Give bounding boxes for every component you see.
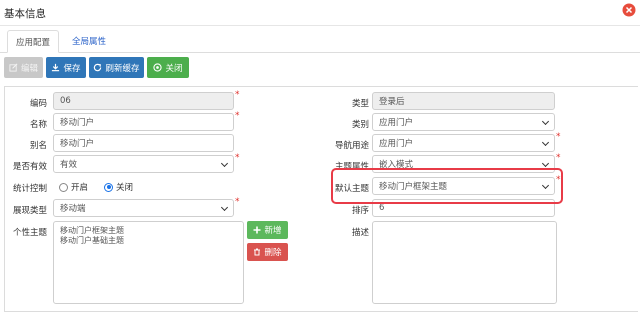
required-marker: * (556, 132, 561, 142)
radio-circle (59, 182, 68, 192)
name-input[interactable]: 移动门户 (53, 113, 234, 131)
tab-app-config[interactable]: 应用配置 (7, 30, 60, 53)
highlight-box (331, 168, 563, 204)
alias-input[interactable]: 移动门户 (53, 134, 234, 152)
stats-on-label: 开启 (71, 183, 89, 193)
circle-close-icon (153, 63, 163, 72)
required-marker: * (235, 111, 240, 121)
description-textarea[interactable] (372, 221, 557, 304)
toolbar: 编辑 保存 刷新缓存 关闭 (0, 54, 640, 82)
close-icon[interactable] (622, 3, 636, 17)
tab-bar: 应用配置 全局属性 (0, 27, 640, 53)
close-button[interactable]: 关闭 (147, 57, 189, 78)
required-marker: * (235, 90, 240, 100)
close-button-label: 关闭 (165, 63, 183, 74)
list-item[interactable]: 移动门户框架主题 (60, 226, 237, 236)
nav-use-select[interactable]: 应用门户 (372, 134, 555, 152)
add-button-label: 新增 (264, 226, 282, 236)
delete-button-label: 删除 (264, 248, 282, 258)
download-icon (52, 63, 60, 72)
stats-off-label: 关闭 (116, 183, 134, 193)
description-label: 描述 (351, 228, 369, 238)
nav-use-value: 应用门户 (379, 139, 414, 149)
refresh-cache-button[interactable]: 刷新缓存 (89, 57, 144, 78)
order-value: 6 (379, 203, 385, 213)
name-label: 名称 (29, 120, 47, 130)
required-marker: * (556, 153, 561, 163)
edit-button[interactable]: 编辑 (4, 57, 43, 78)
valid-label: 是否有效 (12, 162, 47, 172)
trash-icon (254, 248, 261, 256)
display-type-value: 移动端 (60, 204, 86, 214)
type-label: 类型 (351, 99, 369, 109)
required-marker: * (235, 153, 240, 163)
stats-radio-on[interactable]: 开启 (59, 181, 88, 193)
valid-select[interactable]: 有效 (53, 155, 234, 173)
refresh-button-label: 刷新缓存 (105, 63, 140, 74)
alias-label: 别名 (29, 141, 47, 151)
tab-global-properties[interactable]: 全局属性 (64, 30, 114, 53)
list-item[interactable]: 移动门户基础主题 (60, 236, 237, 246)
dialog-header: 基本信息 (0, 0, 640, 26)
personal-theme-list[interactable]: 移动门户框架主题 移动门户基础主题 (53, 221, 244, 304)
refresh-icon (94, 63, 102, 72)
delete-theme-button[interactable]: 删除 (247, 243, 288, 261)
display-type-label: 展现类型 (12, 206, 47, 216)
edit-button-label: 编辑 (20, 63, 38, 74)
type-value: 登录后 (379, 97, 405, 107)
dialog-title: 基本信息 (4, 8, 46, 20)
category-select[interactable]: 应用门户 (372, 113, 555, 131)
plus-icon (253, 226, 261, 234)
required-marker: * (235, 197, 240, 207)
stats-radio-off[interactable]: 关闭 (104, 181, 133, 193)
display-type-select[interactable]: 移动端 (53, 199, 234, 217)
radio-circle-selected (104, 182, 113, 192)
category-value: 应用门户 (379, 118, 414, 128)
type-field: 登录后 (372, 92, 555, 110)
valid-value: 有效 (60, 160, 78, 170)
name-value: 移动门户 (60, 118, 95, 128)
nav-use-label: 导航用途 (334, 141, 369, 151)
alias-value: 移动门户 (60, 139, 95, 149)
edit-icon (9, 63, 18, 72)
category-label: 类别 (351, 120, 369, 130)
save-button[interactable]: 保存 (46, 57, 86, 78)
code-field: 06 (53, 92, 234, 110)
stats-label: 统计控制 (12, 184, 47, 194)
save-button-label: 保存 (63, 63, 81, 74)
personal-theme-label: 个性主题 (12, 228, 47, 238)
add-theme-button[interactable]: 新增 (247, 221, 288, 239)
order-label: 排序 (351, 206, 369, 216)
code-value: 06 (60, 96, 71, 106)
code-label: 编码 (29, 99, 47, 109)
